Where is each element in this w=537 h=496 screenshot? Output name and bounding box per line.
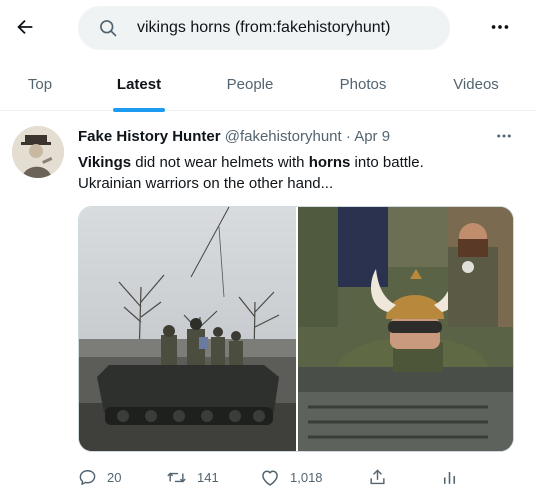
tab-label: Videos — [453, 76, 499, 93]
reply-button[interactable]: 20 — [78, 466, 121, 488]
top-bar: vikings horns (from:fakehistoryhunt) — [0, 0, 537, 56]
like-button[interactable]: 1,018 — [260, 466, 323, 488]
more-dots-icon — [497, 134, 511, 138]
share-icon — [370, 468, 385, 484]
tweet-header: Fake History Hunter @fakehistoryhunt · A… — [78, 128, 390, 145]
tab-label: Photos — [339, 76, 387, 93]
keyword-horns: horns — [308, 154, 351, 171]
search-icon — [100, 20, 117, 37]
analytics-icon — [443, 471, 456, 484]
tab-people[interactable]: People — [210, 58, 290, 111]
tweet-text: Vikings did not wear helmets with horns … — [78, 152, 518, 194]
heart-icon — [262, 470, 278, 486]
reply-icon — [79, 469, 96, 485]
tab-label: People — [226, 76, 274, 93]
photo-armored-vehicle[interactable] — [79, 207, 296, 452]
tweet-media — [78, 206, 514, 452]
tab-label: Top — [27, 76, 53, 93]
tweet-actions: 20 141 1,018 — [78, 462, 518, 492]
text-fragment: into battle. — [350, 154, 424, 171]
tab-photos[interactable]: Photos — [322, 58, 404, 111]
author-handle[interactable]: @fakehistoryhunt — [225, 128, 342, 145]
search-tabs: Top Latest People Photos Videos — [0, 58, 537, 112]
author-name[interactable]: Fake History Hunter — [78, 128, 221, 145]
share-button[interactable] — [368, 466, 387, 488]
keyword-vikings: Vikings — [78, 154, 132, 171]
reply-count: 20 — [107, 469, 122, 485]
avatar[interactable] — [12, 126, 64, 178]
tweet-more-button[interactable] — [492, 126, 516, 146]
more-options-button[interactable] — [485, 12, 515, 42]
retweet-button[interactable]: 141 — [166, 466, 219, 488]
separator: · — [345, 128, 351, 145]
analytics-button[interactable] — [440, 466, 459, 488]
text-fragment: did not wear helmets with — [131, 154, 309, 171]
photo-horned-helmet-soldier[interactable] — [298, 207, 514, 452]
tweet-date[interactable]: Apr 9 — [354, 128, 390, 145]
tweet[interactable]: Fake History Hunter @fakehistoryhunt · A… — [0, 112, 537, 496]
tab-videos[interactable]: Videos — [436, 58, 516, 111]
retweet-count: 141 — [197, 469, 219, 485]
back-arrow-icon — [17, 19, 33, 35]
back-button[interactable] — [8, 10, 42, 44]
search-input[interactable]: vikings horns (from:fakehistoryhunt) — [137, 19, 390, 37]
retweet-icon — [167, 472, 186, 482]
tweet-text-line-1: Vikings did not wear helmets with horns … — [78, 152, 518, 173]
more-dots-icon — [491, 25, 509, 29]
search-box[interactable]: vikings horns (from:fakehistoryhunt) — [78, 6, 450, 50]
tab-label: Latest — [116, 76, 162, 93]
like-count: 1,018 — [290, 469, 323, 485]
tab-top[interactable]: Top — [6, 58, 74, 111]
tweet-text-line-2: Ukrainian warriors on the other hand... — [78, 175, 334, 192]
avatar-portrait-icon — [12, 126, 64, 178]
tab-latest[interactable]: Latest — [100, 58, 178, 112]
